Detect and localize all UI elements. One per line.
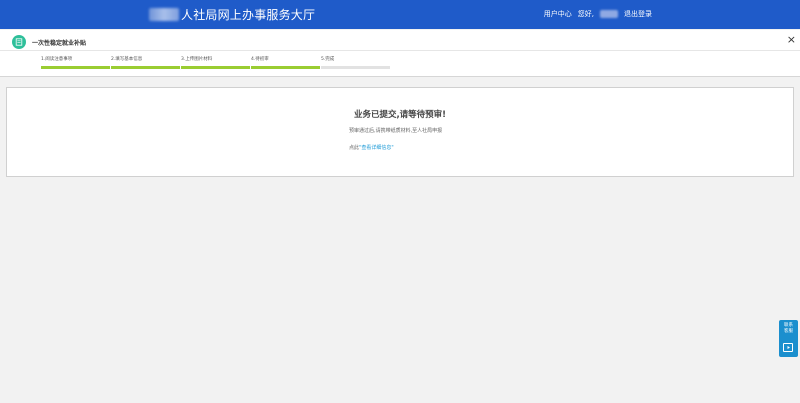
- form-icon-glyph: [15, 38, 23, 46]
- step-bar: [181, 66, 250, 69]
- step-5: 5.完成: [321, 56, 391, 72]
- result-subtext: 预审通过后,请携带纸质材料,至人社局申报: [349, 128, 443, 134]
- details-prefix: 点此: [349, 145, 360, 151]
- progress-steps: 1.阅读注意事项 2.填写基本信息 3.上传图片材料 4.待初审 5.完成: [41, 56, 391, 72]
- result-heading: 业务已提交,请等待预审!: [353, 110, 447, 120]
- step-bar: [41, 66, 110, 69]
- top-header: 人社局网上办事服务大厅 用户中心 您好, 退出登录: [0, 0, 800, 29]
- panel-divider: [0, 50, 800, 51]
- step-bar: [321, 66, 390, 69]
- site-title: 人社局网上办事服务大厅: [149, 6, 315, 23]
- step-label: 5.完成: [321, 57, 335, 62]
- user-center-link[interactable]: 用户中心: [544, 9, 572, 19]
- step-bar: [111, 66, 180, 69]
- step-bar: [251, 66, 320, 69]
- greeting-text: 您好,: [577, 10, 594, 18]
- service-panel: 一次性稳定就业补贴 × 1.阅读注意事项 2.填写基本信息 3.上传图片材料 4…: [0, 30, 800, 77]
- step-1: 1.阅读注意事项: [41, 56, 111, 72]
- logout-link[interactable]: 退出登录: [624, 9, 652, 19]
- play-icon-glyph: [787, 346, 790, 349]
- step-label: 3.上传图片材料: [181, 57, 213, 62]
- step-2: 2.填写基本信息: [111, 56, 181, 72]
- view-details-link[interactable]: "查看详细信息": [359, 145, 394, 151]
- contact-line-2: 客服: [784, 329, 793, 334]
- step-label: 1.阅读注意事项: [41, 57, 73, 62]
- contact-support-button[interactable]: 联系 客服: [779, 320, 798, 357]
- contact-support-label: 联系 客服: [779, 323, 798, 335]
- close-icon[interactable]: ×: [787, 34, 796, 46]
- header-user-area: 用户中心 您好, 退出登录: [544, 9, 652, 19]
- step-label: 4.待初审: [251, 57, 269, 62]
- step-3: 3.上传图片材料: [181, 56, 251, 72]
- redacted-username: [600, 10, 618, 18]
- form-icon: [12, 35, 26, 49]
- play-icon: [783, 343, 793, 352]
- step-label: 2.填写基本信息: [111, 57, 143, 62]
- result-box: 业务已提交,请等待预审! 预审通过后,请携带纸质材料,至人社局申报 点此"查看详…: [6, 87, 794, 177]
- app-title: 人社局网上办事服务大厅: [181, 8, 316, 22]
- panel-title: 一次性稳定就业补贴: [32, 40, 87, 47]
- step-4: 4.待初审: [251, 56, 321, 72]
- redacted-region-name: [149, 8, 179, 21]
- details-line: 点此"查看详细信息": [349, 144, 394, 151]
